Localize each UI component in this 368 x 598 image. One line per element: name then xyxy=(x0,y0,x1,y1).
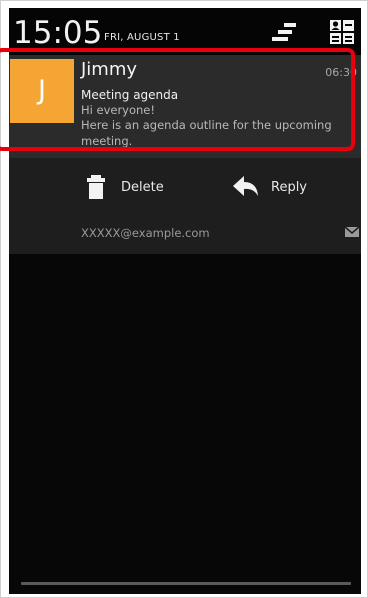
reply-icon xyxy=(233,176,258,196)
delete-label: Delete xyxy=(121,180,164,195)
date-label: FRI, AUGUST 1 xyxy=(104,32,180,43)
reply-label: Reply xyxy=(271,180,308,195)
clear-all-button[interactable] xyxy=(271,20,297,44)
notification-time: 06:30 xyxy=(325,66,357,79)
reply-button[interactable]: Reply xyxy=(231,172,341,204)
email-preview-line: meeting. xyxy=(81,134,133,148)
sender-name: Jimmy xyxy=(81,59,138,80)
notification-actions: Delete Reply XXXXX@example.com xyxy=(9,158,361,254)
status-header: 15:05 FRI, AUGUST 1 xyxy=(9,8,361,54)
phone-frame: 15:05 FRI, AUGUST 1 J Jimmy 06:30 Meetin… xyxy=(0,0,368,598)
sender-avatar: J xyxy=(10,59,74,123)
account-email: XXXXX@example.com xyxy=(81,226,210,240)
email-notification[interactable]: J Jimmy 06:30 Meeting agenda Hi everyone… xyxy=(9,55,361,158)
mail-icon xyxy=(345,226,359,237)
clock: 15:05 xyxy=(13,15,103,51)
shade-handle[interactable] xyxy=(21,582,351,585)
quick-settings-icon xyxy=(330,20,354,44)
clear-all-icon xyxy=(272,23,296,41)
email-subject: Meeting agenda xyxy=(81,88,179,102)
quick-settings-button[interactable] xyxy=(329,19,355,46)
email-preview-line: Here is an agenda outline for the upcomi… xyxy=(81,118,332,132)
delete-button[interactable]: Delete xyxy=(81,172,191,204)
notification-shade: 15:05 FRI, AUGUST 1 J Jimmy 06:30 Meetin… xyxy=(9,8,361,594)
trash-icon xyxy=(87,175,105,199)
email-preview-line: Hi everyone! xyxy=(81,103,155,117)
